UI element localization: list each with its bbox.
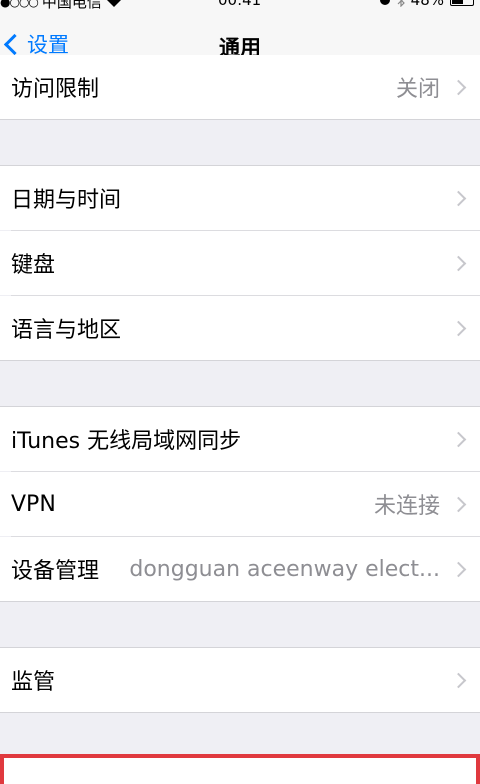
row-value: 未连接	[373, 494, 440, 519]
status-bar: ●○○○ 中国电信 00:41 48%	[0, 0, 480, 10]
signal-strength-icon: ●○○○	[0, 0, 39, 9]
row-label: 监管	[11, 670, 56, 695]
row-label: 访问限制	[11, 77, 100, 102]
row-label: VPN	[11, 491, 56, 517]
chevron-right-icon	[450, 255, 467, 271]
row-label: 语言与地区	[11, 318, 122, 343]
highlighted-row[interactable]	[0, 754, 480, 784]
bluetooth-icon	[397, 0, 405, 7]
settings-row-itunes-sync[interactable]: iTunes 无线局域网同步	[0, 407, 480, 471]
battery-percent: 48%	[410, 0, 444, 9]
row-label: 日期与时间	[11, 188, 122, 213]
settings-row-restrictions[interactable]: 访问限制 关闭	[0, 55, 480, 119]
settings-row-date-time[interactable]: 日期与时间	[0, 166, 480, 230]
chevron-right-icon	[450, 431, 467, 447]
alarm-icon	[379, 0, 390, 5]
row-label: 设备管理	[11, 559, 100, 584]
wifi-icon	[107, 0, 121, 7]
group-divider	[0, 712, 480, 713]
carrier-name: 中国电信	[41, 0, 102, 10]
settings-row-keyboard[interactable]: 键盘	[0, 231, 480, 295]
group-divider	[0, 360, 480, 361]
row-value: dongguan aceenway elect...	[129, 556, 440, 582]
group-divider	[0, 119, 480, 120]
row-value: 关闭	[395, 77, 440, 102]
battery-icon	[450, 0, 474, 6]
row-label: 键盘	[11, 253, 56, 278]
carrier-info: ●○○○ 中国电信	[0, 0, 122, 10]
chevron-right-icon	[450, 320, 467, 336]
settings-row-supervision[interactable]: 监管	[0, 648, 480, 712]
settings-row-language-region[interactable]: 语言与地区	[0, 296, 480, 360]
status-time: 00:41	[218, 0, 262, 9]
group-divider	[0, 601, 480, 602]
settings-row-device-management[interactable]: 设备管理 dongguan aceenway elect...	[0, 537, 480, 601]
chevron-right-icon	[450, 561, 467, 577]
settings-row-vpn[interactable]: VPN 未连接	[0, 472, 480, 536]
row-label: iTunes 无线局域网同步	[11, 429, 242, 454]
chevron-right-icon	[450, 672, 467, 688]
status-right: 48%	[379, 0, 474, 9]
chevron-right-icon	[450, 496, 467, 512]
chevron-right-icon	[450, 190, 467, 206]
chevron-right-icon	[450, 79, 467, 95]
